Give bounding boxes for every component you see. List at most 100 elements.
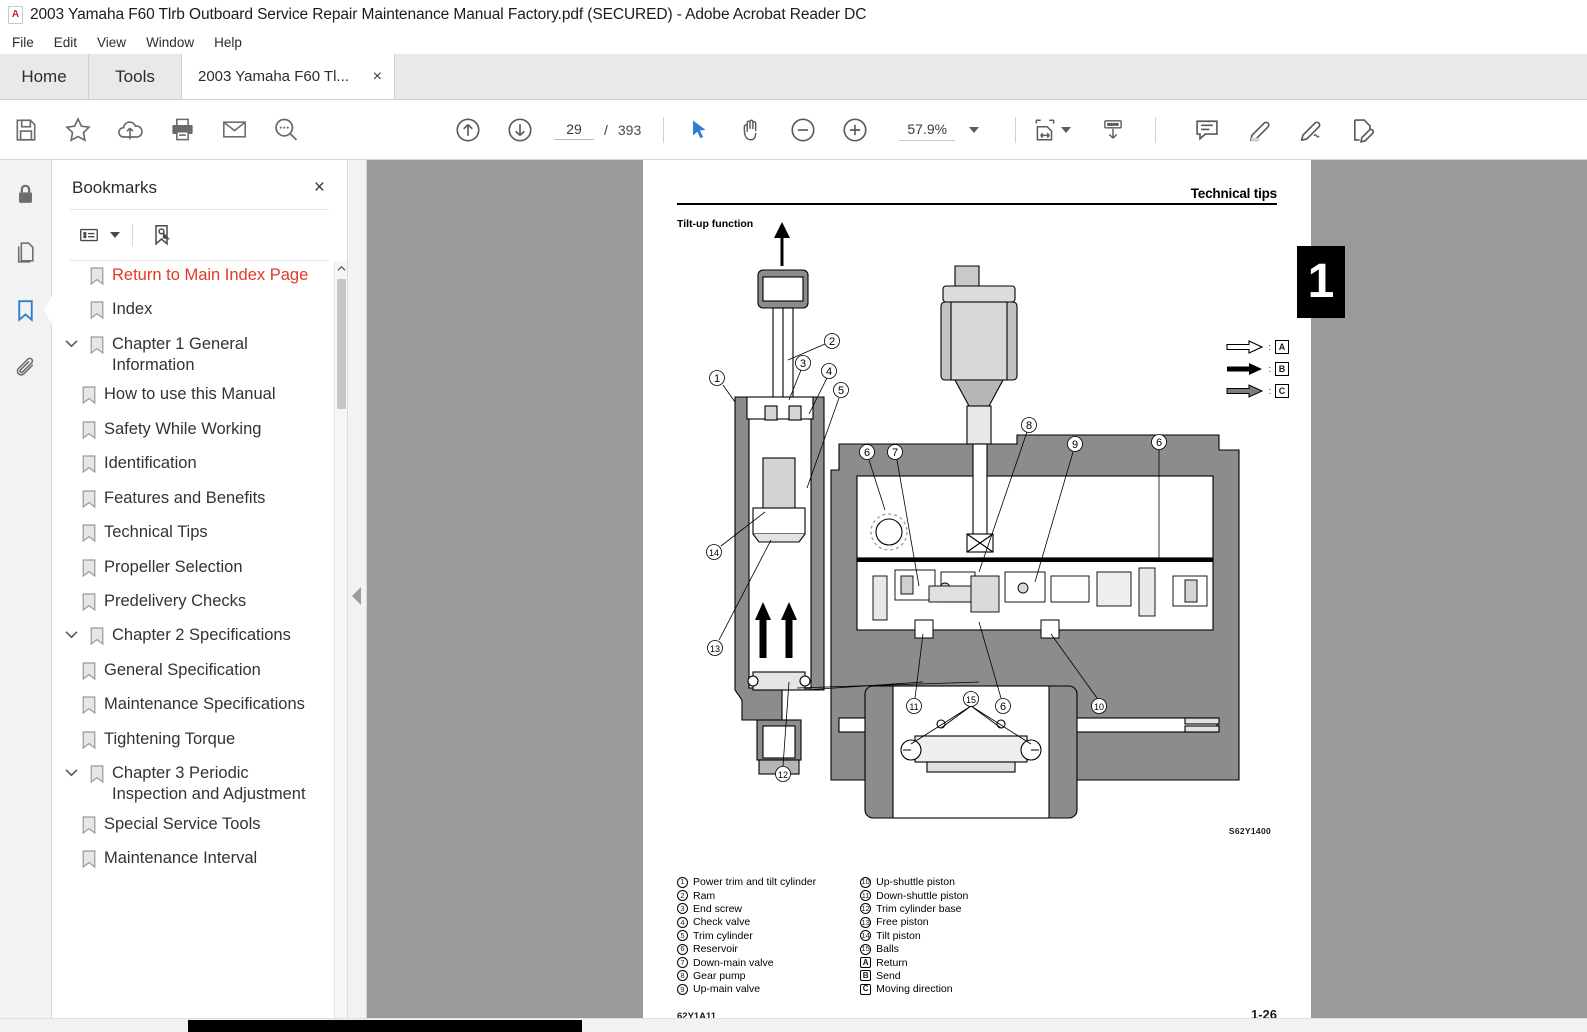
previous-page-icon[interactable] xyxy=(442,107,494,153)
toolbar-divider-2 xyxy=(1015,116,1017,143)
email-icon[interactable] xyxy=(208,107,260,153)
legend-text: Ram xyxy=(693,889,716,902)
bookmark-item[interactable]: Chapter 3 Periodic Inspection and Adjust… xyxy=(52,759,334,809)
bookmark-item[interactable]: Safety While Working xyxy=(52,415,334,449)
legend-row: 3 End screw xyxy=(677,902,816,915)
bookmark-item[interactable]: Maintenance Interval xyxy=(52,844,334,878)
bookmark-item[interactable]: Features and Benefits xyxy=(52,484,334,518)
scrollbar-thumb[interactable] xyxy=(337,279,346,409)
horizontal-scrollbar-thumb[interactable] xyxy=(188,1020,582,1032)
fit-page-icon[interactable] xyxy=(1025,107,1065,153)
chevron-down-icon[interactable] xyxy=(60,625,82,639)
bookmark-item[interactable]: Identification xyxy=(52,449,334,483)
bookmark-icon xyxy=(90,763,104,789)
hand-tool-icon[interactable] xyxy=(725,107,777,153)
bookmark-item[interactable]: Technical Tips xyxy=(52,518,334,552)
tab-home[interactable]: Home xyxy=(0,54,89,99)
save-icon[interactable] xyxy=(0,107,52,153)
bookmark-icon xyxy=(82,419,96,445)
bookmarks-header: Bookmarks × xyxy=(52,160,347,209)
close-icon[interactable]: × xyxy=(369,67,386,87)
legend-marker: 10 xyxy=(860,876,872,888)
chevron-down-icon[interactable] xyxy=(60,763,82,777)
security-lock-icon[interactable] xyxy=(8,176,44,212)
bookmark-options-icon[interactable] xyxy=(72,220,106,250)
toolbar-divider-1 xyxy=(663,116,665,143)
bookmark-item[interactable]: Chapter 2 Specifications xyxy=(52,621,334,655)
bookmark-item[interactable]: Return to Main Index Page xyxy=(52,261,334,295)
bookmark-item[interactable]: Index xyxy=(52,295,334,329)
legend-marker: 5 xyxy=(677,930,688,942)
panel-collapse-handle[interactable] xyxy=(348,160,367,1032)
bookmarks-title: Bookmarks xyxy=(72,177,158,197)
menu-help[interactable]: Help xyxy=(204,33,252,52)
zoom-in-icon[interactable] xyxy=(829,107,881,153)
legend-marker: 2 xyxy=(677,890,688,902)
search-icon[interactable] xyxy=(260,107,312,153)
bookmark-item[interactable]: Predelivery Checks xyxy=(52,587,334,621)
fill-and-sign-icon[interactable] xyxy=(1337,107,1389,153)
page-total: 393 xyxy=(617,121,642,138)
legend-marker: 6 xyxy=(677,943,688,955)
bookmark-item[interactable]: Tightening Torque xyxy=(52,725,334,759)
header-rule xyxy=(677,203,1277,205)
svg-text:4: 4 xyxy=(826,366,832,378)
page-number-input[interactable] xyxy=(554,119,594,140)
legend-row: 6 Reservoir xyxy=(677,942,816,955)
document-viewport[interactable]: Technical tips Tilt-up function 1 : A: … xyxy=(367,160,1587,1032)
bookmark-item[interactable]: How to use this Manual xyxy=(52,380,334,414)
bookmark-item[interactable]: General Specification xyxy=(52,656,334,690)
svg-text:2: 2 xyxy=(829,336,835,348)
bookmark-item[interactable]: Special Service Tools xyxy=(52,810,334,844)
star-icon[interactable] xyxy=(52,107,104,153)
comment-icon[interactable] xyxy=(1181,107,1233,153)
page-scroll-icon[interactable] xyxy=(1087,107,1139,153)
menu-window[interactable]: Window xyxy=(136,33,204,52)
menu-file[interactable]: File xyxy=(8,33,44,52)
svg-text:1: 1 xyxy=(714,373,720,385)
highlight-icon[interactable] xyxy=(1233,107,1285,153)
bookmark-item[interactable]: Propeller Selection xyxy=(52,553,334,587)
svg-text:3: 3 xyxy=(800,358,806,370)
fit-page-chevron-icon[interactable] xyxy=(1061,126,1072,133)
legend-marker: 15 xyxy=(860,943,872,955)
svg-text:7: 7 xyxy=(892,447,898,459)
zoom-level-value[interactable]: 57.9% xyxy=(899,119,956,141)
horizontal-scrollbar[interactable] xyxy=(0,1018,1587,1032)
collapse-arrow-icon[interactable] xyxy=(352,587,361,605)
bookmark-label: Chapter 3 Periodic Inspection and Adjust… xyxy=(112,764,306,804)
legend-text: Moving direction xyxy=(876,983,953,996)
menu-view[interactable]: View xyxy=(87,33,136,52)
tab-tools[interactable]: Tools xyxy=(89,54,182,99)
zoom-control: 57.9% xyxy=(899,119,980,141)
new-bookmark-icon[interactable] xyxy=(145,220,179,250)
page-thumbnails-icon[interactable] xyxy=(8,234,44,270)
next-page-icon[interactable] xyxy=(494,107,546,153)
cloud-upload-icon[interactable] xyxy=(104,107,156,153)
zoom-out-icon[interactable] xyxy=(777,107,829,153)
menu-edit[interactable]: Edit xyxy=(44,33,87,52)
bookmark-item[interactable]: Maintenance Specifications xyxy=(52,690,334,724)
tab-document[interactable]: 2003 Yamaha F60 Tl... × xyxy=(182,54,395,99)
sign-icon[interactable] xyxy=(1285,107,1337,153)
print-icon[interactable] xyxy=(156,107,208,153)
bookmarks-icon[interactable] xyxy=(8,292,53,328)
bookmark-icon xyxy=(90,299,104,325)
bookmarks-scrollbar[interactable] xyxy=(334,261,347,1032)
legend-marker: 14 xyxy=(860,930,872,942)
chevron-down-icon[interactable] xyxy=(969,126,980,133)
scroll-up-icon[interactable] xyxy=(335,261,347,276)
bookmark-icon xyxy=(82,453,96,479)
svg-text:13: 13 xyxy=(710,644,720,654)
bookmark-label: Tightening Torque xyxy=(104,729,236,748)
bookmark-item[interactable]: Chapter 1 General Information xyxy=(52,330,334,380)
close-icon[interactable]: × xyxy=(310,176,329,199)
legend-text: Gear pump xyxy=(693,969,746,982)
chevron-down-icon[interactable] xyxy=(60,334,82,348)
legend-column-right: 10 Up-shuttle piston 11 Down-shuttle piston… xyxy=(860,875,968,996)
legend-row: 5 Trim cylinder xyxy=(677,929,816,942)
attachments-icon[interactable] xyxy=(8,350,44,386)
svg-text:10: 10 xyxy=(1094,702,1104,712)
select-cursor-icon[interactable] xyxy=(673,107,725,153)
bookmark-options-chevron-icon[interactable] xyxy=(110,232,120,238)
